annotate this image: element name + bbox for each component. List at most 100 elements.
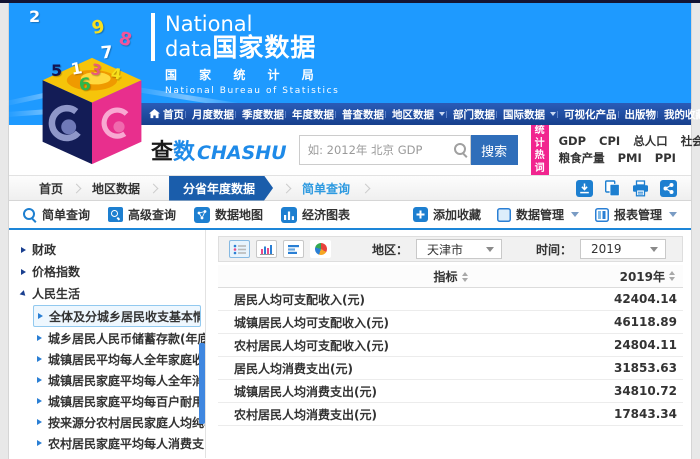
tree-item[interactable]: 人民生活 — [17, 283, 205, 304]
site-logo: National data国家数据 国 家 统 计 局 National Bur… — [151, 13, 339, 96]
nav-item-label: 季度数据 — [242, 107, 284, 122]
tree-item-label: 人民生活 — [32, 285, 80, 302]
hot-word-link[interactable]: 粮食产量 — [559, 150, 605, 167]
hot-word-link[interactable]: PMI — [618, 150, 642, 167]
indicator-column-header[interactable]: 指标 — [218, 268, 683, 285]
hot-word-link[interactable]: 社会消费品零售总额 — [681, 133, 700, 150]
badge-line2: 热 词 — [535, 150, 545, 175]
value-cell: 31853.63 — [553, 361, 683, 375]
tree-item[interactable]: 按来源分农村居民家庭人均纯收入 — [33, 412, 205, 432]
nav-item[interactable]: 地区数据 — [388, 107, 449, 122]
copy-icon[interactable] — [604, 180, 621, 197]
sidebar-scrollbar[interactable] — [199, 343, 205, 424]
tree-item-label: 农村居民家庭平均每人消费支出 — [48, 435, 205, 452]
pie-chart-view-icon[interactable] — [310, 240, 331, 258]
nav-item[interactable]: 年度数据 — [288, 107, 338, 122]
hot-word-link[interactable]: CPI — [599, 133, 620, 150]
table-header: 指标 2019年 — [218, 265, 683, 288]
indicator-cell: 农村居民人均消费支出(元) — [218, 406, 553, 423]
nav-item[interactable]: 普查数据 — [338, 107, 388, 122]
tree-item-label: 农村居民家庭平均每百户主要耐用消费品拥有量 — [48, 456, 205, 459]
tree-arrow-icon — [20, 290, 28, 298]
search-input-wrap — [299, 135, 471, 165]
breadcrumb: 首页 地区数据 分省年度数据 简单查询 — [9, 175, 691, 201]
table-row: 农村居民人均消费支出(元) 17843.34 — [218, 403, 683, 426]
nav-item[interactable]: 出版物 — [621, 107, 661, 122]
print-icon[interactable] — [632, 180, 649, 197]
logo-digit: 2 — [29, 7, 40, 26]
tree-item[interactable]: 城镇居民家庭平均每人全年消费性支出 — [33, 370, 205, 390]
breadcrumb-item[interactable]: 简单查询 — [273, 180, 369, 197]
nav-item-label: 首页 — [163, 107, 184, 122]
year-column-header[interactable]: 2019年 — [620, 265, 675, 287]
tree-item[interactable]: 农村居民家庭平均每人消费支出 — [33, 433, 205, 453]
nav-item[interactable]: 季度数据 — [238, 107, 288, 122]
nav-item[interactable]: 可视化产品 — [560, 107, 621, 122]
bar-chart-view-icon[interactable] — [256, 240, 277, 258]
indicator-cell: 城镇居民人均消费支出(元) — [218, 383, 553, 400]
tree-arrow-icon — [37, 335, 42, 341]
nav-item-label: 普查数据 — [342, 107, 384, 122]
tree-item[interactable]: 全体及分城乡居民收支基本情况(新口径) — [33, 305, 201, 327]
hot-words: GDP CPI 总人口社会消费品零售总额 粮食产量 PMI PPI — [559, 133, 700, 166]
nav-item-label: 地区数据 — [392, 107, 434, 122]
main-nav: 首页 月度数据 季度数据 年度数据 — [135, 103, 691, 125]
time-select[interactable]: 2019 — [580, 239, 666, 259]
table-view-icon[interactable] — [229, 240, 250, 258]
breadcrumb-label: 分省年度数据 — [169, 176, 273, 201]
simple-query-button[interactable]: 简单查询 — [23, 206, 90, 223]
add-favorite-button[interactable]: 添加收藏 — [413, 206, 481, 223]
breadcrumb-item[interactable]: 首页 — [39, 180, 63, 197]
nav-item[interactable]: 月度数据 — [188, 107, 238, 122]
nav-item-label: 出版物 — [625, 107, 657, 122]
report-manage-button[interactable]: 报表管理 — [595, 206, 677, 223]
nav-item[interactable]: 国际数据 — [499, 107, 560, 122]
economic-charts-button[interactable]: 经济图表 — [281, 206, 350, 223]
nav-item-label: 我的收藏 — [664, 107, 700, 122]
time-value: 2019 — [591, 242, 650, 256]
tree-item[interactable]: 城镇居民平均每人全年家庭收入来源 — [33, 349, 205, 369]
nav-item[interactable]: 首页 — [145, 107, 188, 122]
hot-word-link[interactable]: 总人口 — [633, 133, 668, 150]
tree-arrow-icon — [37, 440, 42, 446]
breadcrumb-item[interactable]: 地区数据 — [63, 180, 140, 197]
hot-word-link[interactable]: GDP — [559, 133, 586, 150]
download-icon[interactable] — [576, 180, 593, 197]
search-button[interactable]: 搜索 — [471, 135, 518, 165]
logo-digit: 5 — [51, 61, 62, 80]
table-body: 居民人均可支配收入(元) 42404.14 城镇居民人均可支配收入(元) 461… — [218, 288, 683, 426]
region-value: 天津市 — [427, 241, 486, 258]
brand-line2-en: data — [165, 37, 212, 61]
tree-item[interactable]: 农村居民家庭平均每百户主要耐用消费品拥有量 — [33, 454, 205, 458]
tree-item[interactable]: 城乡居民人民币储蓄存款(年底余额) — [33, 328, 205, 348]
tree-item[interactable]: 财政 — [17, 239, 205, 260]
nav-item[interactable]: 部门数据 — [449, 107, 499, 122]
tree-arrow-icon — [37, 398, 42, 404]
breadcrumb-label: 首页 — [39, 180, 63, 197]
tree-item[interactable]: 城镇居民家庭平均每百户耐用消费品拥有量 — [33, 391, 205, 411]
tree-arrow-icon — [37, 356, 42, 362]
columns-icon — [595, 208, 609, 222]
chashu-logo: 查 数 CHASHU — [151, 134, 287, 166]
search-input[interactable] — [308, 143, 454, 157]
data-map-button[interactable]: 数据地图 — [194, 206, 263, 223]
advanced-query-button[interactable]: 高级查询 — [108, 206, 176, 223]
indicator-cell: 居民人均消费支出(元) — [218, 360, 553, 377]
chevron-down-icon — [550, 112, 556, 116]
nav-item[interactable]: 我的收藏 — [660, 107, 700, 122]
data-manage-button[interactable]: 数据管理 — [497, 206, 579, 223]
tree-item-label: 城镇居民平均每人全年家庭收入来源 — [48, 351, 205, 368]
breadcrumb-item[interactable]: 分省年度数据 — [140, 176, 273, 201]
tree-item-label: 财政 — [32, 241, 56, 258]
breadcrumb-label: 简单查询 — [302, 180, 350, 197]
region-select[interactable]: 天津市 — [416, 239, 502, 259]
share-icon[interactable] — [660, 180, 677, 197]
indicator-cell: 居民人均可支配收入(元) — [218, 291, 553, 308]
bureau-name-en: National Bureau of Statistics — [165, 86, 339, 96]
chevron-down-icon — [439, 112, 445, 116]
hot-word-link[interactable]: PPI — [655, 150, 676, 167]
map-icon — [194, 207, 210, 223]
tree-arrow-icon — [21, 269, 26, 275]
hbar-chart-view-icon[interactable] — [283, 240, 304, 258]
tree-item[interactable]: 价格指数 — [17, 261, 205, 282]
